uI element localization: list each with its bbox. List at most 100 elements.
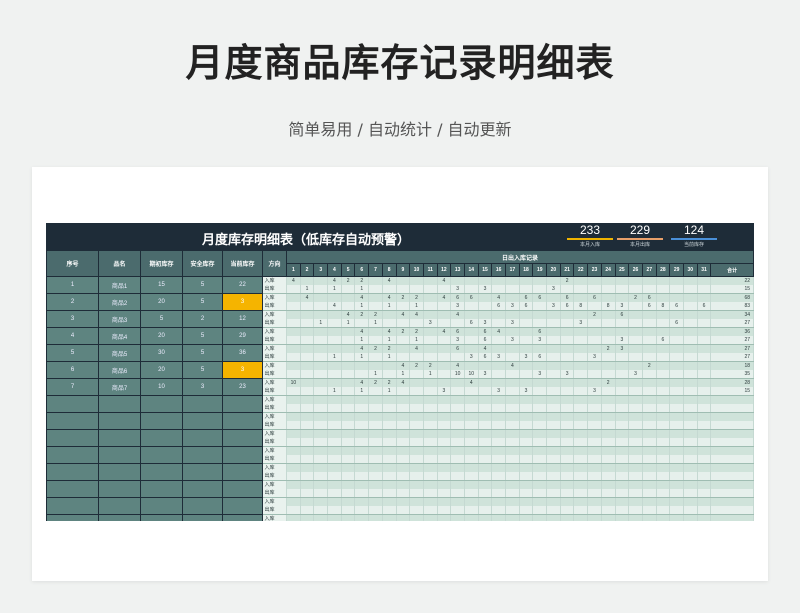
day-cell: [532, 489, 548, 498]
empty-cell: [182, 429, 223, 447]
day-cell: [491, 514, 507, 521]
day-cell: 3: [491, 387, 507, 396]
day-cell: 2: [341, 276, 356, 285]
day-cell: [573, 353, 589, 362]
day-cell: [313, 463, 329, 472]
day-cell: [300, 446, 315, 455]
day-cell: [669, 361, 684, 370]
day-cell: 4: [382, 276, 397, 285]
day-cell: [628, 310, 643, 319]
day-cell: [656, 327, 671, 336]
header-day: 20: [546, 263, 561, 277]
empty-cell: [46, 497, 99, 515]
day-cell: [396, 395, 411, 404]
day-cell: [478, 497, 493, 506]
day-cell: [683, 455, 698, 464]
header-day: 17: [505, 263, 520, 277]
day-cell: [450, 378, 465, 387]
total-cell: 18: [710, 361, 754, 370]
day-cell: [423, 489, 438, 498]
day-cell: [519, 276, 534, 285]
empty-product-row: [46, 514, 263, 521]
day-cell: [368, 446, 383, 455]
day-cell: [519, 463, 534, 472]
day-cell: [519, 506, 534, 515]
day-cell: [573, 446, 589, 455]
day-cell: [546, 370, 561, 379]
total-cell: 22: [710, 276, 754, 285]
total-cell: [710, 395, 754, 404]
cell-current: 12: [222, 310, 263, 328]
day-cell: [683, 293, 698, 302]
day-cell: [505, 276, 520, 285]
day-cell: [683, 429, 698, 438]
day-cell: [354, 404, 370, 413]
day-cell: [697, 455, 712, 464]
day-cell: [341, 514, 356, 521]
day-cell: [368, 276, 383, 285]
total-cell: 15: [710, 285, 754, 294]
day-cell: [519, 327, 534, 336]
day-cell: [573, 395, 589, 404]
day-cell: [573, 514, 589, 521]
day-cell: [409, 429, 424, 438]
day-cell: [450, 395, 465, 404]
day-cell: [382, 497, 397, 506]
day-cell: [669, 285, 684, 294]
total-cell: 28: [710, 378, 754, 387]
day-cell: [478, 438, 493, 447]
total-cell: [710, 455, 754, 464]
day-cell: [354, 370, 370, 379]
day-cell: [423, 353, 438, 362]
day-cell: [560, 378, 575, 387]
day-cell: [683, 506, 698, 515]
day-cell: [464, 336, 479, 345]
page-subtitle: 简单易用 / 自动统计 / 自动更新: [288, 120, 512, 139]
day-cell: [615, 463, 630, 472]
day-cell: [409, 412, 424, 421]
day-cell: 2: [423, 361, 438, 370]
day-cell: [615, 353, 630, 362]
day-cell: [628, 446, 643, 455]
day-cell: [341, 336, 356, 345]
day-cell: 3: [437, 387, 452, 396]
header-day: 25: [614, 263, 630, 277]
cell-opening: 20: [140, 361, 183, 379]
total-cell: [710, 480, 754, 489]
day-cell: [683, 336, 698, 345]
day-cell: [697, 404, 712, 413]
header-day: 12: [436, 263, 452, 277]
day-cell: [601, 497, 616, 506]
day-cell: [656, 489, 671, 498]
day-cell: [601, 370, 616, 379]
stat-label: 当前库存: [683, 242, 704, 248]
day-cell: [505, 480, 520, 489]
day-cell: [601, 421, 616, 430]
day-cell: [615, 378, 630, 387]
day-cell: [573, 370, 589, 379]
day-cell: [683, 480, 698, 489]
record-row-in: 入库: [262, 514, 754, 521]
day-cell: [409, 438, 424, 447]
day-cell: [368, 302, 383, 311]
record-row-in: 入库 4 2 2 4 6 4 2 3 27: [262, 344, 754, 353]
total-cell: 83: [710, 302, 754, 311]
day-cell: 4: [491, 293, 507, 302]
day-cell: [354, 506, 370, 515]
day-cell: [313, 497, 329, 506]
day-cell: [519, 319, 534, 328]
day-cell: [313, 421, 329, 430]
empty-cell: [182, 514, 223, 521]
day-cell: [642, 463, 657, 472]
day-cell: [519, 336, 534, 345]
day-cell: [615, 293, 630, 302]
day-cell: [478, 455, 493, 464]
day-cell: [450, 429, 465, 438]
record-row-out: 出库 1 1 1 3 3 3 3 15: [262, 387, 754, 396]
day-cell: [683, 446, 698, 455]
day-cell: [464, 497, 479, 506]
record-row-out: 出库: [262, 421, 754, 430]
day-cell: [560, 344, 575, 353]
day-cell: [300, 327, 315, 336]
day-cell: [341, 302, 356, 311]
